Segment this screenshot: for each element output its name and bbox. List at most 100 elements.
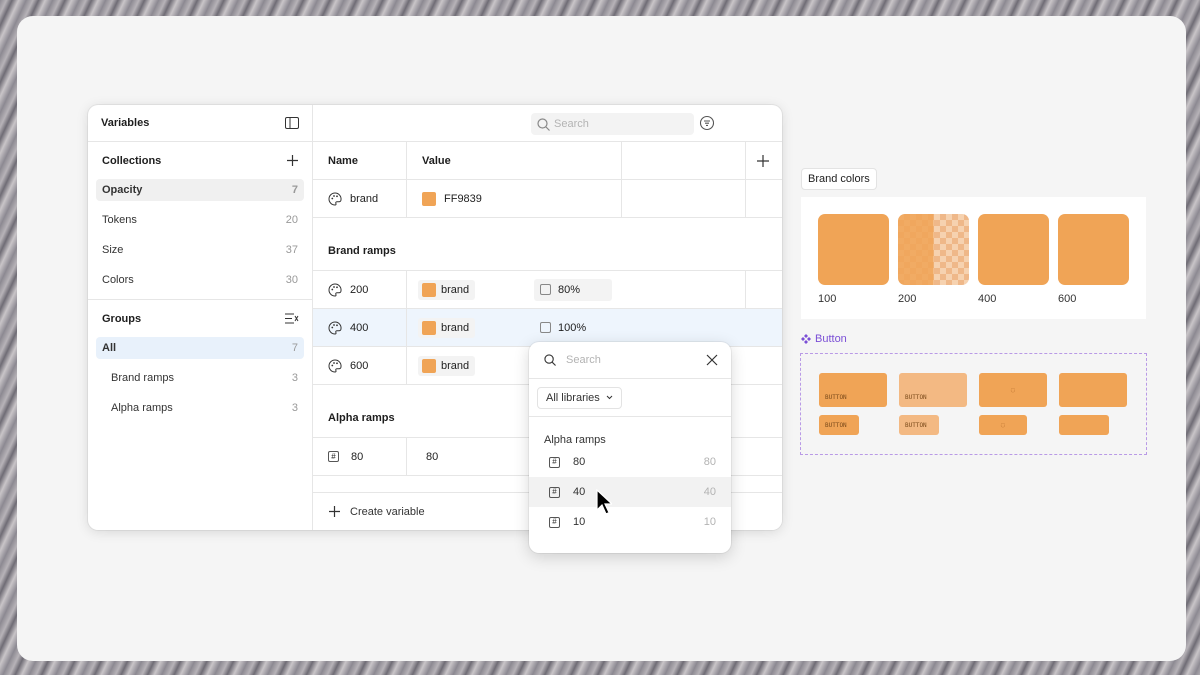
group-section-title: Alpha ramps <box>328 412 395 424</box>
group-count: 3 <box>291 402 298 414</box>
opacity-chip[interactable]: 100% <box>534 317 612 339</box>
table-toolbar: Search <box>313 105 782 142</box>
button-variant-small-empty[interactable] <box>1059 415 1109 435</box>
popover-search-input[interactable]: Search <box>529 342 731 379</box>
alias-chip[interactable]: brand <box>418 317 476 338</box>
group-item-all[interactable]: All 7 <box>96 337 304 359</box>
number-variable-icon: # <box>549 456 560 468</box>
button-variant-small[interactable]: BUTTON <box>819 415 859 435</box>
column-name-label: Name <box>328 154 358 167</box>
collection-item-size[interactable]: Size 37 <box>96 239 304 261</box>
popover-item-label: 10 <box>573 516 586 528</box>
loading-icon: ◌ <box>1010 386 1016 394</box>
collection-count: 20 <box>285 214 298 226</box>
collections-title: Collections <box>102 154 162 167</box>
popover-item-label: 80 <box>573 456 586 468</box>
group-item-alpha-ramps[interactable]: Alpha ramps 3 <box>96 397 304 419</box>
brand-swatch-200[interactable] <box>898 214 969 285</box>
variable-name: brand <box>350 192 379 205</box>
close-icon[interactable] <box>706 354 718 366</box>
alias-chip[interactable]: brand <box>418 279 476 300</box>
search-placeholder: Search <box>554 118 589 130</box>
table-header: Name Value <box>313 142 782 180</box>
add-mode-button[interactable] <box>757 142 769 179</box>
variable-name: 200 <box>350 283 369 296</box>
alias-label: brand <box>441 359 470 372</box>
variable-value: FF9839 <box>444 192 482 205</box>
add-mode-icon <box>757 154 769 167</box>
alias-chip[interactable]: brand <box>418 355 476 376</box>
button-variant-small-loading[interactable]: ◌ <box>979 415 1027 435</box>
collection-item-tokens[interactable]: Tokens 20 <box>96 209 304 231</box>
brand-swatch-600[interactable] <box>1058 214 1129 285</box>
button-component-title: Button <box>815 333 847 345</box>
color-swatch <box>422 282 436 297</box>
group-options-icon[interactable] <box>284 311 300 327</box>
sidebar-header: Variables <box>88 105 312 142</box>
mouse-cursor-icon <box>596 489 612 515</box>
table-row[interactable]: brand FF9839 <box>313 180 782 218</box>
component-icon <box>801 334 811 344</box>
opacity-chip[interactable]: 80% <box>534 278 612 301</box>
filter-icon[interactable] <box>699 115 715 131</box>
group-label: Alpha ramps <box>111 402 173 414</box>
table-row[interactable]: 200 brand 80% <box>313 271 782 309</box>
group-item-brand-ramps[interactable]: Brand ramps 3 <box>96 367 304 389</box>
brand-swatch-400[interactable] <box>978 214 1049 285</box>
button-variant[interactable]: BUTTON <box>819 373 887 407</box>
search-icon <box>537 117 550 131</box>
popover-item-hovered[interactable]: # 40 40 <box>529 477 731 507</box>
chevron-down-icon <box>606 395 613 400</box>
library-filter-dropdown[interactable]: All libraries <box>537 386 622 409</box>
number-variable-icon: # <box>328 451 339 462</box>
collection-label: Tokens <box>102 214 137 226</box>
collection-count: 30 <box>285 274 298 286</box>
button-variant[interactable]: BUTTON <box>899 373 967 407</box>
group-count: 3 <box>291 372 298 384</box>
create-variable-label: Create variable <box>350 505 425 518</box>
popover-item[interactable]: # 80 80 <box>529 447 731 477</box>
button-variant-empty[interactable] <box>1059 373 1127 407</box>
variable-name: 400 <box>350 321 369 334</box>
button-component-set[interactable]: BUTTON BUTTON ◌ BUTTON BUTTON ◌ <box>800 353 1147 455</box>
swatch-label: 200 <box>898 293 917 305</box>
collection-item-colors[interactable]: Colors 30 <box>96 269 304 291</box>
button-variant-text: BUTTON <box>905 421 927 429</box>
toggle-sidebar-icon[interactable] <box>284 115 300 131</box>
variable-name: 80 <box>351 450 364 463</box>
brand-colors-frame-label[interactable]: Brand colors <box>801 168 877 190</box>
search-input[interactable]: Search <box>531 113 694 135</box>
alias-label: brand <box>441 283 470 296</box>
collection-label: Opacity <box>102 184 143 196</box>
collection-item-opacity[interactable]: Opacity 7 <box>96 179 304 201</box>
panel-title: Variables <box>101 117 150 129</box>
library-filter-label: All libraries <box>546 391 600 404</box>
opacity-icon <box>540 322 551 333</box>
palette-icon <box>328 320 342 335</box>
column-value-header: Value <box>422 142 451 179</box>
button-component-label[interactable]: Button <box>801 333 847 345</box>
popover-item[interactable]: # 10 10 <box>529 507 731 537</box>
swatch-label: 100 <box>818 293 837 305</box>
groups-header: Groups <box>88 300 312 337</box>
palette-icon <box>328 191 342 206</box>
column-value-label: Value <box>422 154 451 167</box>
color-swatch <box>422 320 436 335</box>
opacity-value: 100% <box>558 321 587 334</box>
button-variant-text: BUTTON <box>825 394 847 401</box>
brand-colors-label: Brand colors <box>808 173 870 185</box>
color-swatch <box>422 358 436 373</box>
brand-swatch-100[interactable] <box>818 214 889 285</box>
group-section-title: Brand ramps <box>328 245 396 257</box>
collections-header: Collections <box>88 142 312 179</box>
add-collection-icon[interactable] <box>284 153 300 169</box>
button-variant-loading[interactable]: ◌ <box>979 373 1047 407</box>
brand-colors-frame[interactable]: 100 200 400 600 <box>801 197 1146 319</box>
palette-icon <box>328 282 342 297</box>
group-section-brand-ramps: Brand ramps <box>313 218 782 271</box>
popover-item-value: 40 <box>703 486 716 498</box>
button-variant-small[interactable]: BUTTON <box>899 415 939 435</box>
popover-item-value: 10 <box>703 516 716 528</box>
swatch-label: 400 <box>978 293 997 305</box>
collection-label: Colors <box>102 274 134 286</box>
